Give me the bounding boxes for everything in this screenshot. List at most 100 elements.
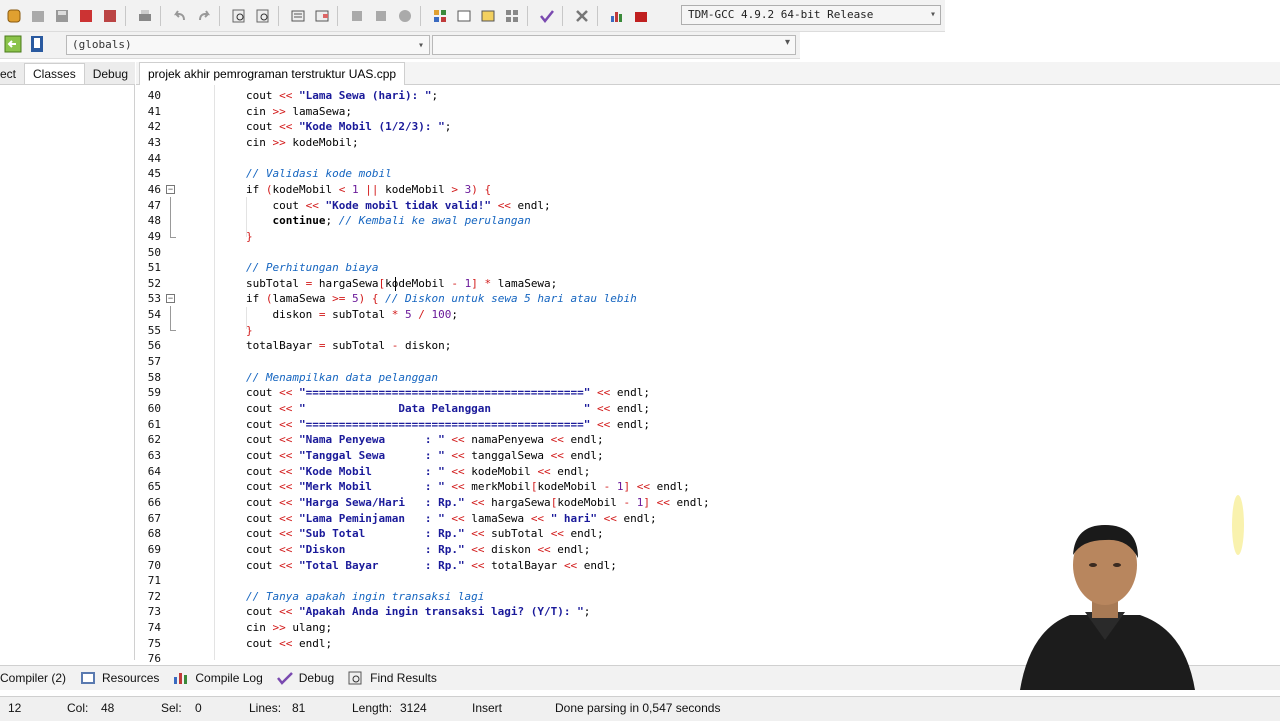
code-token: "Lama Sewa (hari): " [299, 89, 432, 102]
close-file-icon[interactable] [100, 6, 120, 26]
fold-guide [170, 306, 171, 330]
code-token: << [451, 480, 465, 494]
tab-classes[interactable]: Classes [24, 63, 85, 84]
chevron-down-icon: ▾ [784, 37, 790, 48]
line-number: 62 [147, 433, 161, 447]
code-token: totalBayar [246, 339, 319, 353]
new-file-icon[interactable] [4, 6, 24, 26]
code-token: << [603, 511, 617, 525]
code-token: cin [246, 104, 273, 118]
profile-icon[interactable] [631, 6, 651, 26]
status-col-label: Col: [67, 701, 89, 715]
code-token: // Kembali ke awal perulangan [338, 214, 531, 228]
stop-icon[interactable] [572, 6, 592, 26]
redo-icon[interactable] [194, 6, 214, 26]
tab-find-results[interactable]: Find Results [348, 671, 437, 685]
tab-resources[interactable]: Resources [80, 671, 159, 685]
open-file-icon[interactable] [28, 6, 48, 26]
tab-compiler[interactable]: Compiler (2) [0, 671, 66, 685]
bookmark-icon[interactable] [395, 6, 415, 26]
code-token: ; [583, 605, 591, 619]
line-number: 51 [147, 261, 161, 275]
tab-debug[interactable]: Debug [85, 64, 136, 84]
line-number: 68 [147, 527, 161, 541]
tab-project[interactable]: ect [0, 64, 24, 84]
code-line: cout << "Lama Sewa (hari): "; [246, 88, 438, 104]
line-number: 56 [147, 339, 161, 353]
run-icon[interactable] [454, 6, 474, 26]
tab-source-file[interactable]: projek akhir pemrograman terstruktur UAS… [139, 62, 406, 86]
code-token: endl; [510, 198, 551, 212]
status-mode: Insert [472, 701, 503, 715]
line-number: 67 [147, 511, 161, 525]
code-token: "Kode mobil tidak valid!" [325, 198, 492, 212]
tab-debug-bottom[interactable]: Debug [276, 671, 334, 685]
check-syntax-icon[interactable] [537, 6, 557, 26]
fold-toggle-icon[interactable]: − [166, 185, 175, 194]
left-panel-tabs: ect Classes Debug [0, 62, 135, 85]
code-token: hargaSewa [484, 495, 551, 509]
code-token: 1 [351, 182, 359, 196]
fold-end-marker [170, 330, 176, 331]
unindent-icon[interactable] [312, 6, 332, 26]
code-token: cout [246, 558, 280, 572]
insert-icon[interactable] [4, 35, 22, 56]
code-token: / [418, 308, 425, 322]
status-lines-label: Lines: [249, 701, 282, 715]
find-icon[interactable] [229, 6, 249, 26]
code-token: << [279, 89, 293, 102]
code-token: << [471, 527, 485, 541]
toolbar-divider [160, 5, 161, 26]
code-token: << [279, 605, 293, 619]
code-token: > [451, 182, 458, 196]
save-icon[interactable] [52, 6, 72, 26]
save-all-icon[interactable] [76, 6, 96, 26]
undo-icon[interactable] [170, 6, 190, 26]
code-token: - [451, 276, 458, 290]
code-token: cout [246, 464, 280, 478]
compiler-select[interactable]: TDM-GCC 4.9.2 64-bit Release ▾ [681, 5, 941, 25]
code-token: << [279, 433, 293, 447]
code-token: cout [246, 386, 280, 400]
webcam-overlay [1020, 525, 1195, 690]
code-token: << [550, 448, 564, 462]
chart-icon[interactable] [607, 6, 627, 26]
class-scope-select[interactable]: (globals) ▾ [66, 35, 430, 55]
code-token: cout [246, 480, 280, 494]
code-token: endl; [563, 527, 604, 541]
status-sel-value: 0 [195, 701, 202, 715]
code-token: cout [246, 511, 280, 525]
member-select[interactable]: ▾ [432, 35, 796, 55]
compile-icon[interactable] [430, 6, 450, 26]
status-sel-label: Sel: [161, 701, 182, 715]
rebuild-icon[interactable] [502, 6, 522, 26]
compile-run-icon[interactable] [478, 6, 498, 26]
replace-icon[interactable] [253, 6, 273, 26]
code-token: << [550, 433, 564, 447]
prev-icon[interactable] [347, 6, 367, 26]
code-token: "Merk Mobil : " [299, 480, 445, 494]
indent-icon[interactable] [288, 6, 308, 26]
print-icon[interactable] [135, 6, 155, 26]
class-browser-panel [0, 85, 135, 660]
next-icon[interactable] [371, 6, 391, 26]
fold-toggle-icon[interactable]: − [166, 294, 175, 303]
code-token: << [279, 120, 293, 134]
code-token: lamaSewa; [491, 276, 558, 290]
code-token: endl; [550, 542, 591, 556]
toolbar-divider [219, 5, 220, 26]
line-number: 75 [147, 636, 161, 650]
code-token: "Kode Mobil : " [299, 464, 445, 478]
toggle-icon[interactable] [28, 35, 46, 56]
tab-compile-log[interactable]: Compile Log [173, 671, 263, 685]
code-token: ) [471, 182, 478, 196]
code-token: ulang; [285, 621, 333, 635]
code-token: "Total Bayar : Rp." [299, 558, 465, 572]
